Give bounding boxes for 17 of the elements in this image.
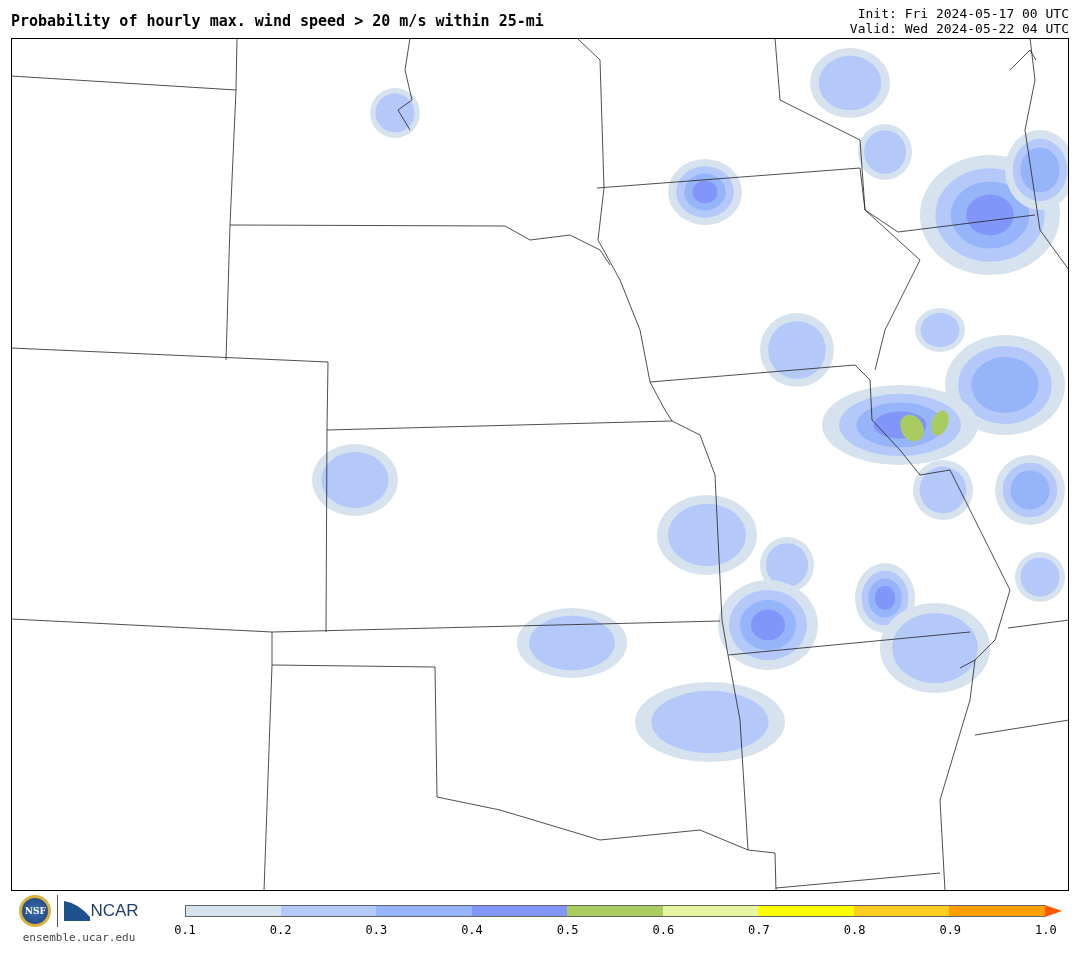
ncar-logo: NCAR [90,901,139,921]
chart-title: Probability of hourly max. wind speed > 20 m/s within 25-mi [11,12,544,30]
tick-label: 0.2 [268,923,293,937]
tick-label: 1.0 [1034,923,1058,937]
nsf-logo: NSF [19,895,52,927]
init-time: Init: Fri 2024-05-17 00 UTC [857,6,1069,21]
tick-label: 0.9 [938,923,963,937]
tick-label: 0.8 [842,923,867,937]
tick-label: 0.6 [651,923,676,937]
tick-label: 0.1 [173,923,197,937]
tick-label: 0.7 [747,923,771,937]
valid-time: Valid: Wed 2024-05-22 04 UTC [849,21,1069,36]
ncar-swoosh-icon [64,901,91,921]
tick-label: 0.3 [364,923,389,937]
tick-label: 0.4 [460,923,484,937]
tick-label: 0.5 [555,923,580,937]
site-url: ensemble.ucar.edu [22,931,136,944]
